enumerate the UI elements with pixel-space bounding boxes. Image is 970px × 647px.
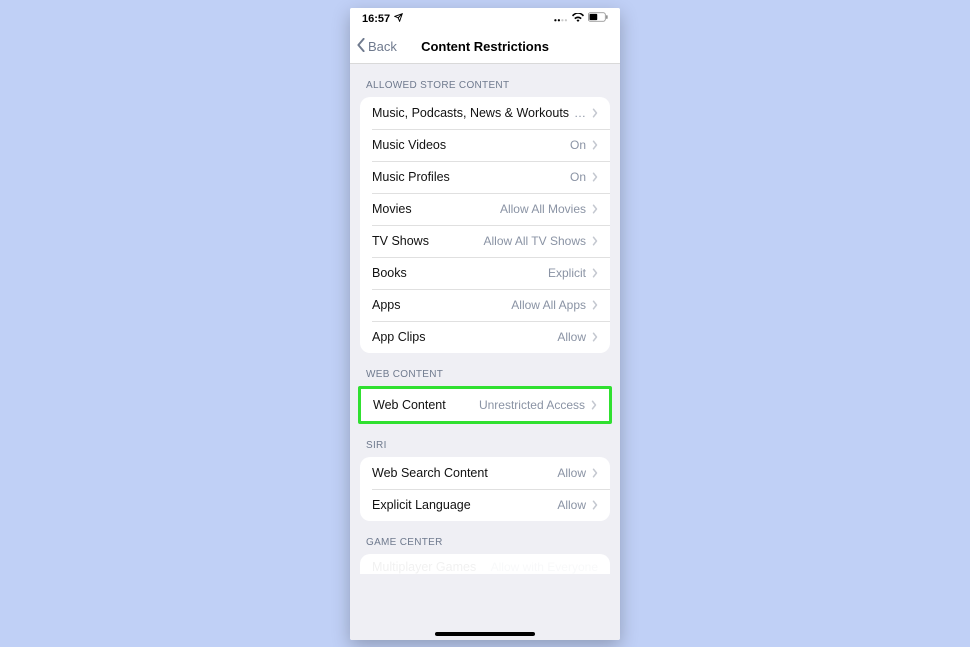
row-value: Allow All Movies xyxy=(500,202,586,216)
allowed-row-1[interactable]: Music Videos On xyxy=(360,129,610,161)
chevron-right-icon xyxy=(591,400,597,410)
row-label: Books xyxy=(372,266,407,280)
row-label: Web Content xyxy=(373,398,446,412)
row-label: Explicit Language xyxy=(372,498,471,512)
chevron-right-icon xyxy=(592,204,598,214)
allowed-row-6[interactable]: Apps Allow All Apps xyxy=(360,289,610,321)
row-label: TV Shows xyxy=(372,234,429,248)
back-label: Back xyxy=(368,39,397,54)
group-gamecenter: Multiplayer Games Allow with Everyone xyxy=(360,554,610,574)
back-button[interactable]: Back xyxy=(356,38,397,55)
group-allowed-store-content: Music, Podcasts, News & Workouts … Music V… xyxy=(360,97,610,353)
chevron-right-icon xyxy=(592,300,598,310)
row-label: Music Profiles xyxy=(372,170,450,184)
row-value: Allow with Everyone xyxy=(491,560,598,574)
allowed-row-0[interactable]: Music, Podcasts, News & Workouts … xyxy=(360,97,610,129)
section-header-gamecenter: GAME CENTER xyxy=(350,521,620,554)
row-label: Multiplayer Games xyxy=(372,560,476,574)
row-value: Allow All TV Shows xyxy=(484,234,587,248)
section-header-web: WEB CONTENT xyxy=(350,353,620,386)
allowed-row-5[interactable]: Books Explicit xyxy=(360,257,610,289)
row-value: … xyxy=(574,106,586,120)
row-label: Movies xyxy=(372,202,412,216)
siri-row-1[interactable]: Explicit Language Allow xyxy=(360,489,610,521)
chevron-right-icon xyxy=(592,468,598,478)
row-multiplayer-games[interactable]: Multiplayer Games Allow with Everyone xyxy=(360,554,610,574)
content-scroll[interactable]: ALLOWED STORE CONTENT Music, Podcasts, N… xyxy=(350,64,620,640)
siri-row-0[interactable]: Web Search Content Allow xyxy=(360,457,610,489)
row-value: Unrestricted Access xyxy=(479,398,585,412)
location-icon xyxy=(394,13,403,25)
row-value: Allow All Apps xyxy=(511,298,586,312)
home-indicator[interactable] xyxy=(435,632,535,636)
highlight-web-content: Web Content Unrestricted Access xyxy=(358,386,612,424)
signal-icon xyxy=(554,13,568,25)
chevron-right-icon xyxy=(592,140,598,150)
status-time: 16:57 xyxy=(362,13,390,25)
chevron-right-icon xyxy=(592,172,598,182)
chevron-right-icon xyxy=(592,236,598,246)
row-label: Music Videos xyxy=(372,138,446,152)
allowed-row-2[interactable]: Music Profiles On xyxy=(360,161,610,193)
chevron-right-icon xyxy=(592,500,598,510)
row-value: On xyxy=(570,138,586,152)
row-label: Web Search Content xyxy=(372,466,488,480)
row-label: App Clips xyxy=(372,330,426,344)
group-siri: Web Search ContentAllowExplicit Language… xyxy=(360,457,610,521)
section-header-allowed: ALLOWED STORE CONTENT xyxy=(350,64,620,97)
chevron-right-icon xyxy=(592,332,598,342)
allowed-row-3[interactable]: Movies Allow All Movies xyxy=(360,193,610,225)
row-web-content[interactable]: Web Content Unrestricted Access xyxy=(361,389,609,421)
battery-icon xyxy=(588,12,608,25)
allowed-row-7[interactable]: App Clips Allow xyxy=(360,321,610,353)
section-header-siri: SIRI xyxy=(350,424,620,457)
row-value: Allow xyxy=(557,330,586,344)
allowed-row-4[interactable]: TV Shows Allow All TV Shows xyxy=(360,225,610,257)
row-value: Allow xyxy=(557,466,586,480)
row-label: Music, Podcasts, News & Workouts xyxy=(372,106,569,120)
nav-bar: Back Content Restrictions xyxy=(350,30,620,64)
chevron-right-icon xyxy=(592,108,598,118)
chevron-left-icon xyxy=(356,38,366,55)
wifi-icon xyxy=(572,13,584,25)
row-value: Allow xyxy=(557,498,586,512)
status-bar: 16:57 xyxy=(350,8,620,30)
chevron-right-icon xyxy=(592,268,598,278)
phone-frame: 16:57 Back Content Restrictions xyxy=(350,8,620,640)
row-value: On xyxy=(570,170,586,184)
row-value: Explicit xyxy=(548,266,586,280)
row-label: Apps xyxy=(372,298,401,312)
